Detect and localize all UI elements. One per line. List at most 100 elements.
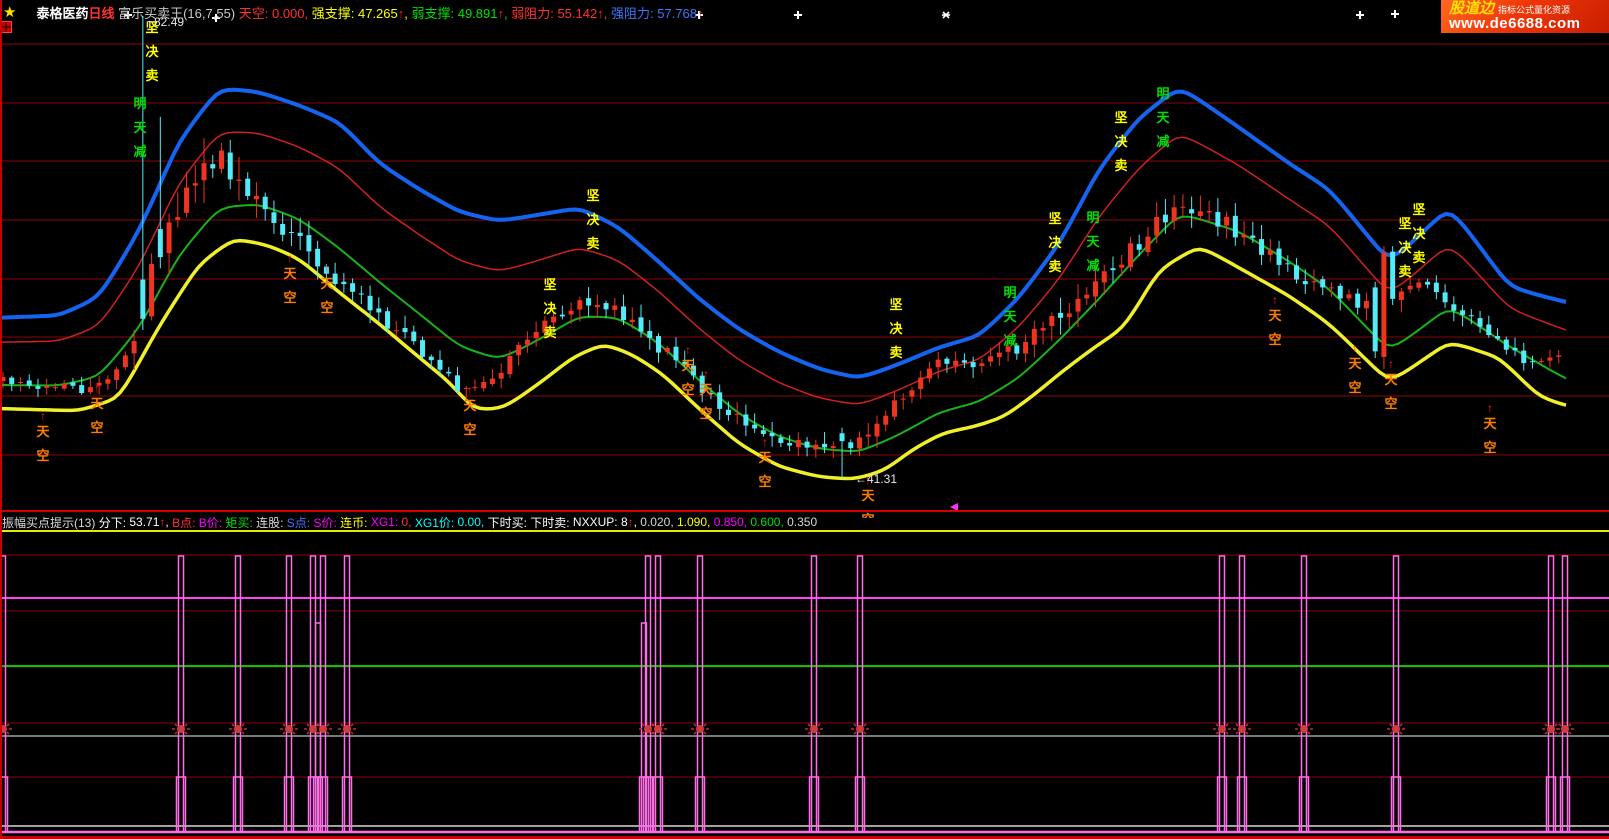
sky-buy-label: 天空 [1348,356,1362,395]
sky-buy-label: 天空 [1384,372,1398,411]
subheader-field: 0.350 [787,515,817,529]
header-field: 弱支撑: [411,6,457,21]
buy-arrow-icon: ↑ [40,409,46,423]
subheader-field: S价: [313,514,340,531]
reduce-signal-label: 明天减 [1086,210,1100,273]
red-band-line [0,132,1566,403]
sell-signal-label: 坚决卖 [543,277,557,340]
buy-arrow-icon: ↑ [1487,401,1493,415]
grid-icon[interactable] [18,6,30,18]
subheader-field: 0.00, [458,515,488,529]
subheader-field: 下时买: [488,514,531,531]
header-field: 55.142 [557,6,597,21]
sky-buy-label: 天空 [699,382,713,421]
subheader-field: 分下: [99,514,130,531]
sky-buy-label: 天空 [1268,308,1282,347]
subheader-field: XG1价: [415,514,458,531]
indicator-readout: 泰格医药日线 富乐买卖王(16,7,55) 天空: 0.000, 强支撑: 47… [36,3,703,22]
signal-indicator-readout: 振幅买点提示(13) 分下: 53.71↑, B点: B价: 矩买: 连股: S… [0,513,1609,531]
left-border [0,0,2,839]
subheader-field: B点: [172,514,199,531]
candles [1,16,1562,478]
buy-arrow-icon: ↑ [94,381,100,395]
sky-buy-label: 天空 [283,266,297,305]
subheader-field: 8 [621,515,628,529]
sell-signal-label: 坚决卖 [1114,110,1128,173]
reduce-signal-label: 明天减 [133,96,147,159]
subheader-field: 0.850, [714,515,751,529]
panel-separator-line [0,510,1609,512]
subheader-field: 1.090, [677,515,714,529]
subheader-field: NXXUP: [573,515,621,529]
reduce-signal-label: 明天减 [1156,86,1170,149]
buy-dot-marker [229,724,247,734]
header-field: 0.000, [272,6,312,21]
subheader-field: B价: [199,514,226,531]
buy-arrow-icon: ↑ [762,435,768,449]
sky-buy-label: 天空 [758,450,772,489]
subheader-field: 0, [402,515,415,529]
header-field: 弱阻力: [511,6,557,21]
subheader-field: XG1: [371,515,402,529]
subheader-field: 0.020, [640,515,677,529]
sell-signal-label: 坚决卖 [586,188,600,251]
sell-signal-label: 坚决卖 [1398,216,1412,279]
buy-arrow-icon: ↑ [1272,293,1278,307]
sell-signal-label: 坚决卖 [1048,211,1062,274]
sky-buy-label: 天空 [1483,416,1497,455]
header-field: 泰格医药 [36,6,88,21]
buy-dot-marker [1295,724,1313,734]
subheader-field: 连股: [256,514,287,531]
header-field: 强阻力: [611,6,657,21]
brand-logo[interactable]: 股道边 指标公式量化资源 www.de6688.com [1441,0,1609,33]
header-field: 天空: [239,6,272,21]
header-field: 47.265 [358,6,398,21]
buy-dot-marker [1556,724,1574,734]
brand-url[interactable]: www.de6688.com [1449,17,1603,31]
header-field: 49.891 [458,6,498,21]
buy-dot-marker [805,724,823,734]
header-field: 57.768 [657,6,697,21]
sky-buy-label: 天空 [90,396,104,435]
header-field: 强支撑: [312,6,358,21]
main-price-chart[interactable]: 坚决卖坚决卖坚决卖坚决卖坚决卖坚决卖坚决卖坚决卖明天减明天减明天减明天减↑天空↑… [0,0,1609,518]
subheader-field: , [165,515,172,529]
sky-buy-label: 天空 [320,276,334,315]
subheader-field: 下时卖: [530,514,573,531]
signal-panel-chart[interactable] [0,532,1609,837]
buy-dot-marker [1213,724,1231,734]
buy-dot-marker [172,724,190,734]
buy-dot-marker [851,724,869,734]
subheader-field: 53.71 [129,515,159,529]
favorite-star-icon[interactable]: ★ [3,3,16,21]
header-field: 日线 [88,6,114,21]
buy-dot-marker [1387,724,1405,734]
subheader-field: , [634,515,641,529]
header-field: , [604,6,611,21]
sell-signal-label: 坚决卖 [145,20,159,83]
title-bar: ★ 泰格医药日线 富乐买卖王(16,7,55) 天空: 0.000, 强支撑: … [0,0,1443,24]
buy-arrow-icon: ↑ [703,367,709,381]
subheader-field: 矩买: [225,514,256,531]
sell-signal-label: 坚决卖 [889,297,903,360]
header-field: ↑ [697,6,704,21]
price-label: ←41.31 [855,472,897,486]
subheader-field: 连币: [340,514,371,531]
subheader-field: 0.600, [750,515,787,529]
buy-dot-marker [338,724,356,734]
buy-arrow-icon: ↑ [324,261,330,275]
subheader-field: S点: [287,514,314,531]
buy-arrow-icon: ↑ [1388,357,1394,371]
buy-dot-marker [1233,724,1251,734]
header-field: 富乐买卖王(16,7,55) [114,6,238,21]
buy-dot-marker [691,724,709,734]
brand-name: 股道边 [1449,2,1494,16]
buy-arrow-icon: ↑ [1352,341,1358,355]
buy-dot-marker [280,724,298,734]
sky-buy-label: 天空 [36,424,50,463]
subheader-field: 振幅买点提示(13) [2,514,99,531]
reduce-signal-label: 明天减 [1003,285,1017,348]
buy-arrow-icon: ↑ [287,251,293,265]
buy-arrow-icon: ↑ [685,343,691,357]
sell-signal-label: 坚决卖 [1412,202,1426,265]
